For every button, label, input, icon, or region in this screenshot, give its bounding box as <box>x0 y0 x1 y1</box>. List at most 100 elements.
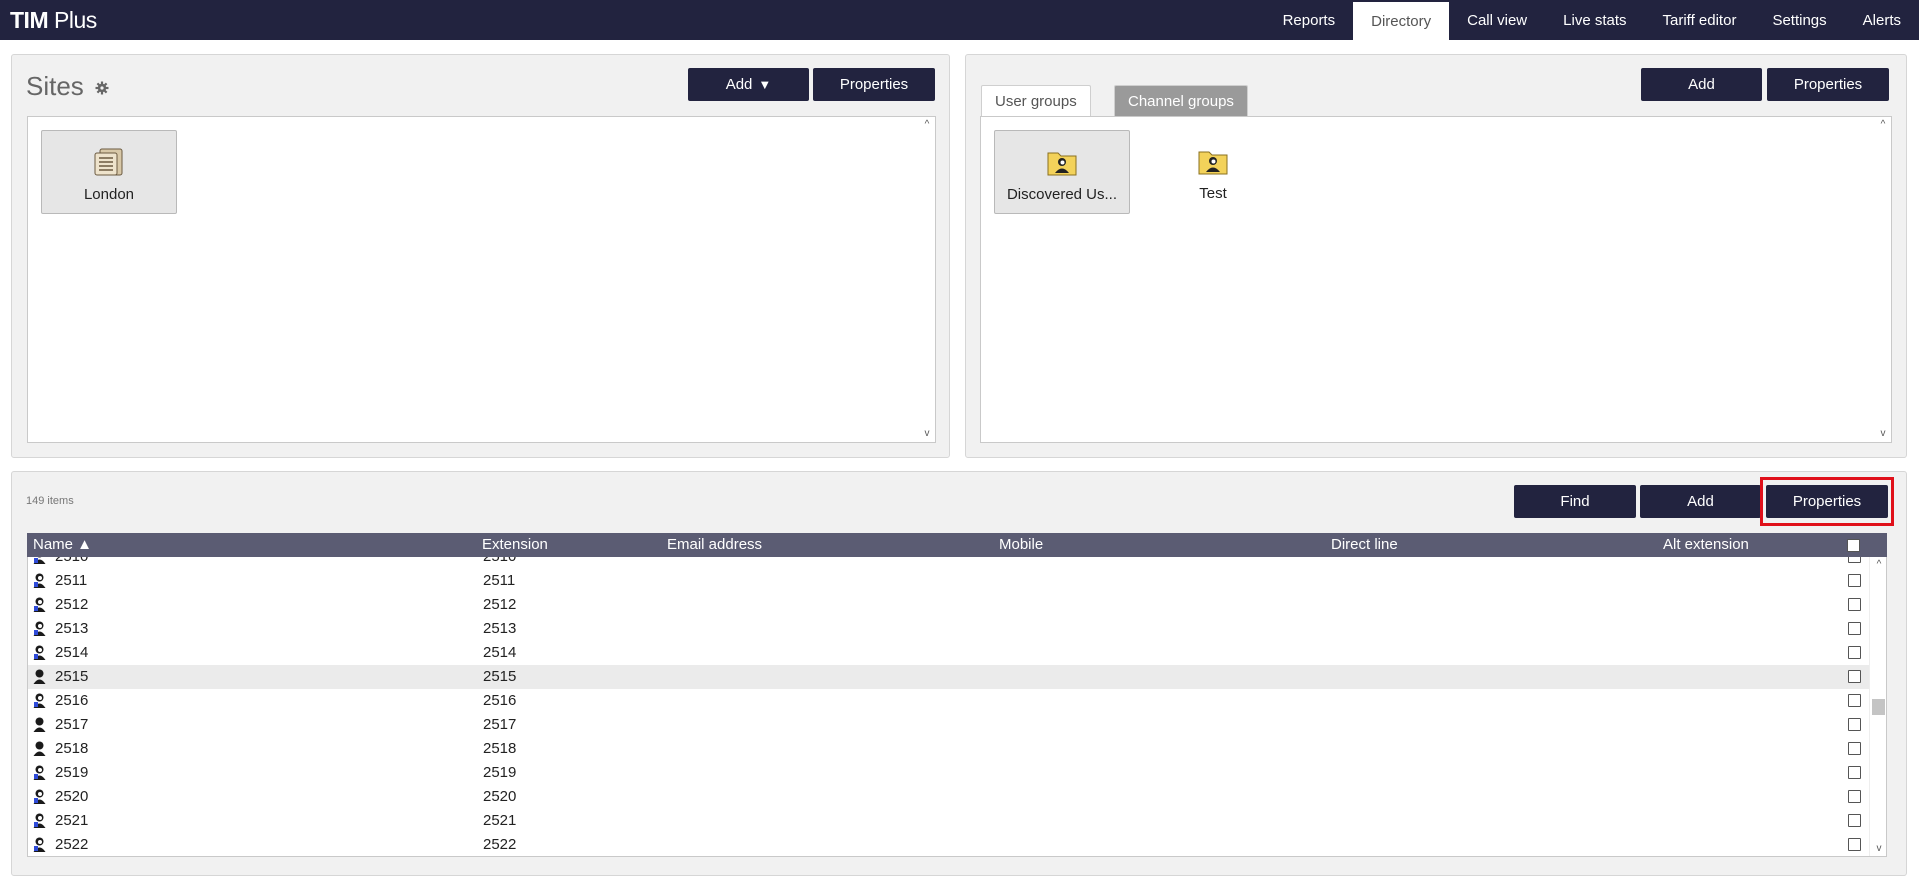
nav-alerts[interactable]: Alerts <box>1845 0 1919 40</box>
row-checkbox[interactable] <box>1848 622 1861 635</box>
table-row[interactable]: 2510 2510 <box>28 557 1871 569</box>
site-tile-london[interactable]: London <box>41 130 177 214</box>
user-icon <box>33 837 46 852</box>
col-mobile[interactable]: Mobile <box>999 536 1043 553</box>
table-row[interactable]: 2512 2512 <box>28 593 1871 617</box>
sites-add-button[interactable]: Add ▼ <box>688 68 809 101</box>
table-scrollbar[interactable]: ^ v <box>1869 557 1886 856</box>
table-row[interactable]: 2520 2520 <box>28 785 1871 809</box>
tab-channel-groups[interactable]: Channel groups <box>1114 85 1248 117</box>
cell-name: 2511 <box>55 572 88 589</box>
sites-title-text: Sites <box>26 71 84 101</box>
row-checkbox[interactable] <box>1848 694 1861 707</box>
col-direct-line[interactable]: Direct line <box>1331 536 1398 553</box>
logo-bold: TIM <box>10 7 49 33</box>
sites-tile-area: London ^ v <box>27 116 936 443</box>
table-row[interactable]: 2511 2511 <box>28 569 1871 593</box>
nav-directory[interactable]: Directory <box>1353 2 1450 40</box>
users-table: 2522 2522 2521 2521 2520 2520 2519 2519 2518 2518… <box>27 557 1887 857</box>
cell-extension: 2522 <box>483 836 517 853</box>
row-checkbox[interactable] <box>1848 742 1861 755</box>
col-name[interactable]: Name ▲ <box>33 536 92 553</box>
row-checkbox[interactable] <box>1848 646 1861 659</box>
server-icon <box>94 148 123 176</box>
users-add-button[interactable]: Add <box>1640 485 1761 518</box>
cell-name: 2514 <box>55 644 89 661</box>
table-row[interactable]: 2517 2517 <box>28 713 1871 737</box>
user-icon <box>33 621 46 636</box>
top-bar: TIM Plus Reports Directory Call view Liv… <box>0 0 1919 40</box>
users-find-button[interactable]: Find <box>1514 485 1636 518</box>
select-all-checkbox[interactable] <box>1847 539 1860 552</box>
groups-tile-area: Discovered Us... Test ^ v <box>980 116 1892 443</box>
user-icon <box>33 645 46 660</box>
nav-call-view[interactable]: Call view <box>1449 0 1545 40</box>
cell-extension: 2519 <box>483 764 517 781</box>
user-dark-icon <box>33 741 46 756</box>
row-checkbox[interactable] <box>1848 557 1861 563</box>
row-checkbox[interactable] <box>1848 814 1861 827</box>
user-icon <box>33 557 46 564</box>
sites-title: Sites <box>26 71 109 102</box>
nav-reports[interactable]: Reports <box>1265 0 1354 40</box>
row-checkbox[interactable] <box>1848 574 1861 587</box>
row-checkbox[interactable] <box>1848 598 1861 611</box>
table-row[interactable]: 2513 2513 <box>28 617 1871 641</box>
row-checkbox[interactable] <box>1848 718 1861 731</box>
chevron-down-icon[interactable]: v <box>1878 429 1888 439</box>
groups-add-button[interactable]: Add <box>1641 68 1762 101</box>
col-alt-extension[interactable]: Alt extension <box>1663 536 1749 553</box>
cell-name: 2517 <box>55 716 89 733</box>
user-dark-icon <box>33 717 46 732</box>
group-tile-label: Discovered Us... <box>1006 186 1118 203</box>
table-row[interactable]: 2521 2521 <box>28 809 1871 833</box>
table-row[interactable]: 2518 2518 <box>28 737 1871 761</box>
table-row[interactable]: 2514 2514 <box>28 641 1871 665</box>
table-row[interactable]: 2522 2522 <box>28 833 1871 856</box>
group-tile-label: Test <box>1199 185 1227 202</box>
cell-name: 2521 <box>55 812 89 829</box>
groups-properties-button[interactable]: Properties <box>1767 68 1889 101</box>
user-icon <box>33 597 46 612</box>
group-tile-test[interactable]: Test <box>1145 130 1281 214</box>
user-icon <box>33 573 46 588</box>
table-row[interactable]: 2515 2515 <box>28 665 1871 689</box>
cell-name: 2512 <box>55 596 89 613</box>
gear-icon[interactable] <box>95 81 109 95</box>
table-row[interactable]: 2516 2516 <box>28 689 1871 713</box>
user-folder-icon <box>1047 152 1077 176</box>
app-logo[interactable]: TIM Plus <box>10 7 97 34</box>
table-row[interactable]: 2519 2519 <box>28 761 1871 785</box>
tab-user-groups[interactable]: User groups <box>981 85 1091 117</box>
row-checkbox[interactable] <box>1848 790 1861 803</box>
nav-live-stats[interactable]: Live stats <box>1545 0 1644 40</box>
chevron-up-icon[interactable]: ^ <box>1878 120 1888 130</box>
cell-extension: 2515 <box>483 668 517 685</box>
group-tile-discovered-users[interactable]: Discovered Us... <box>994 130 1130 214</box>
groups-panel: User groups Channel groups Add Propertie… <box>965 54 1907 458</box>
sites-scrollbar[interactable]: ^ v <box>919 117 935 442</box>
cell-extension: 2512 <box>483 596 517 613</box>
nav-tariff-editor[interactable]: Tariff editor <box>1645 0 1755 40</box>
groups-scrollbar[interactable]: ^ v <box>1875 117 1891 442</box>
sites-properties-button[interactable]: Properties <box>813 68 935 101</box>
site-tile-label: London <box>83 186 135 203</box>
row-checkbox[interactable] <box>1848 766 1861 779</box>
col-email[interactable]: Email address <box>667 536 762 553</box>
nav-settings[interactable]: Settings <box>1754 0 1844 40</box>
scroll-thumb[interactable] <box>1872 699 1885 715</box>
chevron-up-icon[interactable]: ^ <box>1874 560 1884 570</box>
row-checkbox[interactable] <box>1848 670 1861 683</box>
cell-extension: 2516 <box>483 692 517 709</box>
table-header: Name ▲ Extension Email address Mobile Di… <box>27 533 1887 557</box>
cell-extension: 2510 <box>483 557 516 565</box>
chevron-up-icon[interactable]: ^ <box>922 120 932 130</box>
triangle-down-icon: ▼ <box>758 77 772 92</box>
cell-name: 2522 <box>55 836 89 853</box>
chevron-down-icon[interactable]: v <box>922 429 932 439</box>
row-checkbox[interactable] <box>1848 838 1861 851</box>
user-icon <box>33 813 46 828</box>
cell-name: 2515 <box>55 668 89 685</box>
chevron-down-icon[interactable]: v <box>1874 844 1884 854</box>
col-extension[interactable]: Extension <box>482 536 548 553</box>
